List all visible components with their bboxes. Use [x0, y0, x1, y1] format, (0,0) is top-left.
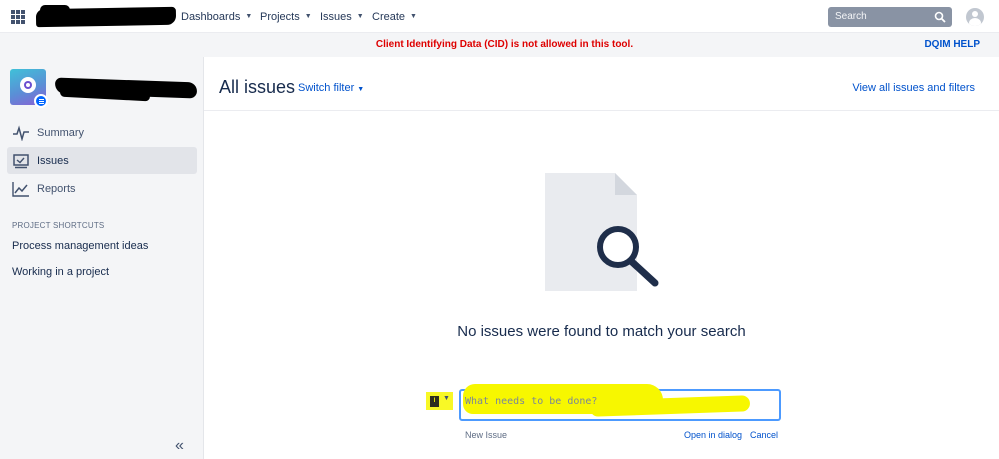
dqim-help-link[interactable]: DQIM HELP: [924, 39, 980, 50]
shortcut-process-management-ideas[interactable]: Process management ideas: [12, 240, 148, 252]
sidebar-item-reports-label: Reports: [37, 182, 76, 195]
search-icon[interactable]: [934, 11, 946, 23]
app-switcher-icon[interactable]: [11, 10, 25, 24]
project-sidebar: Summary Issues Reports PROJECT SHORTCUTS…: [0, 57, 204, 459]
cid-warning-banner: Client Identifying Data (CID) is not all…: [0, 33, 999, 57]
menu-issues-label: Issues: [320, 10, 352, 23]
inline-create-placeholder: What needs to be done?: [465, 396, 598, 407]
chevron-down-icon: ▼: [245, 13, 253, 20]
sidebar-item-summary-label: Summary: [37, 126, 85, 139]
chart-line-icon: [12, 181, 29, 197]
banner-message: Client Identifying Data (CID) is not all…: [375, 39, 634, 50]
top-navigation: Dashboards ▼ Projects ▼ Issues ▼ Create …: [0, 0, 999, 33]
search-input[interactable]: Search: [828, 7, 952, 27]
issue-type-icon[interactable]: I: [430, 396, 439, 407]
sidebar-item-reports[interactable]: Reports: [7, 175, 197, 202]
switch-filter-label: Switch filter: [298, 82, 355, 94]
issues-header: All issues Switch filter ▼ View all issue…: [204, 57, 999, 111]
chevron-down-icon: ▼: [410, 13, 417, 20]
chevron-down-icon: ▼: [304, 13, 312, 20]
view-all-issues-link[interactable]: View all issues and filters: [852, 82, 975, 94]
menu-create[interactable]: Create ▼: [372, 0, 417, 33]
sidebar-item-issues[interactable]: Issues: [7, 147, 197, 174]
redacted-logo-mark: [40, 5, 70, 15]
shortcut-working-in-a-project[interactable]: Working in a project: [12, 266, 109, 278]
issues-board-icon: [13, 153, 29, 168]
sidebar-item-issues-label: Issues: [37, 154, 69, 167]
pulse-icon: [13, 124, 29, 141]
empty-search-illustration-icon: [545, 173, 659, 291]
project-type-badge-icon: [34, 94, 48, 108]
cancel-link[interactable]: Cancel: [750, 430, 778, 440]
chevron-down-icon: ▼: [357, 86, 365, 93]
menu-projects-label: Projects: [260, 10, 300, 23]
sidebar-item-summary[interactable]: Summary: [7, 119, 197, 146]
user-avatar[interactable]: [966, 8, 984, 26]
project-shortcuts-heading: PROJECT SHORTCUTS: [12, 221, 105, 230]
new-issue-label: New Issue: [465, 430, 508, 440]
open-in-dialog-link[interactable]: Open in dialog: [684, 430, 742, 440]
page-title: All issues: [219, 77, 296, 97]
search-placeholder: Search: [835, 11, 867, 22]
collapse-sidebar-icon[interactable]: «: [175, 437, 184, 455]
chevron-down-icon[interactable]: ▼: [443, 395, 450, 402]
empty-state-message: No issues were found to match your searc…: [457, 323, 746, 340]
menu-dashboards[interactable]: Dashboards ▼: [181, 0, 252, 33]
switch-filter-button[interactable]: Switch filter ▼: [298, 82, 364, 94]
jira-page: Dashboards ▼ Projects ▼ Issues ▼ Create …: [0, 0, 999, 459]
menu-issues[interactable]: Issues ▼: [320, 0, 364, 33]
chevron-down-icon: ▼: [356, 13, 364, 20]
menu-projects[interactable]: Projects ▼: [260, 0, 312, 33]
menu-dashboards-label: Dashboards: [181, 10, 241, 23]
menu-create-label: Create: [372, 10, 406, 23]
